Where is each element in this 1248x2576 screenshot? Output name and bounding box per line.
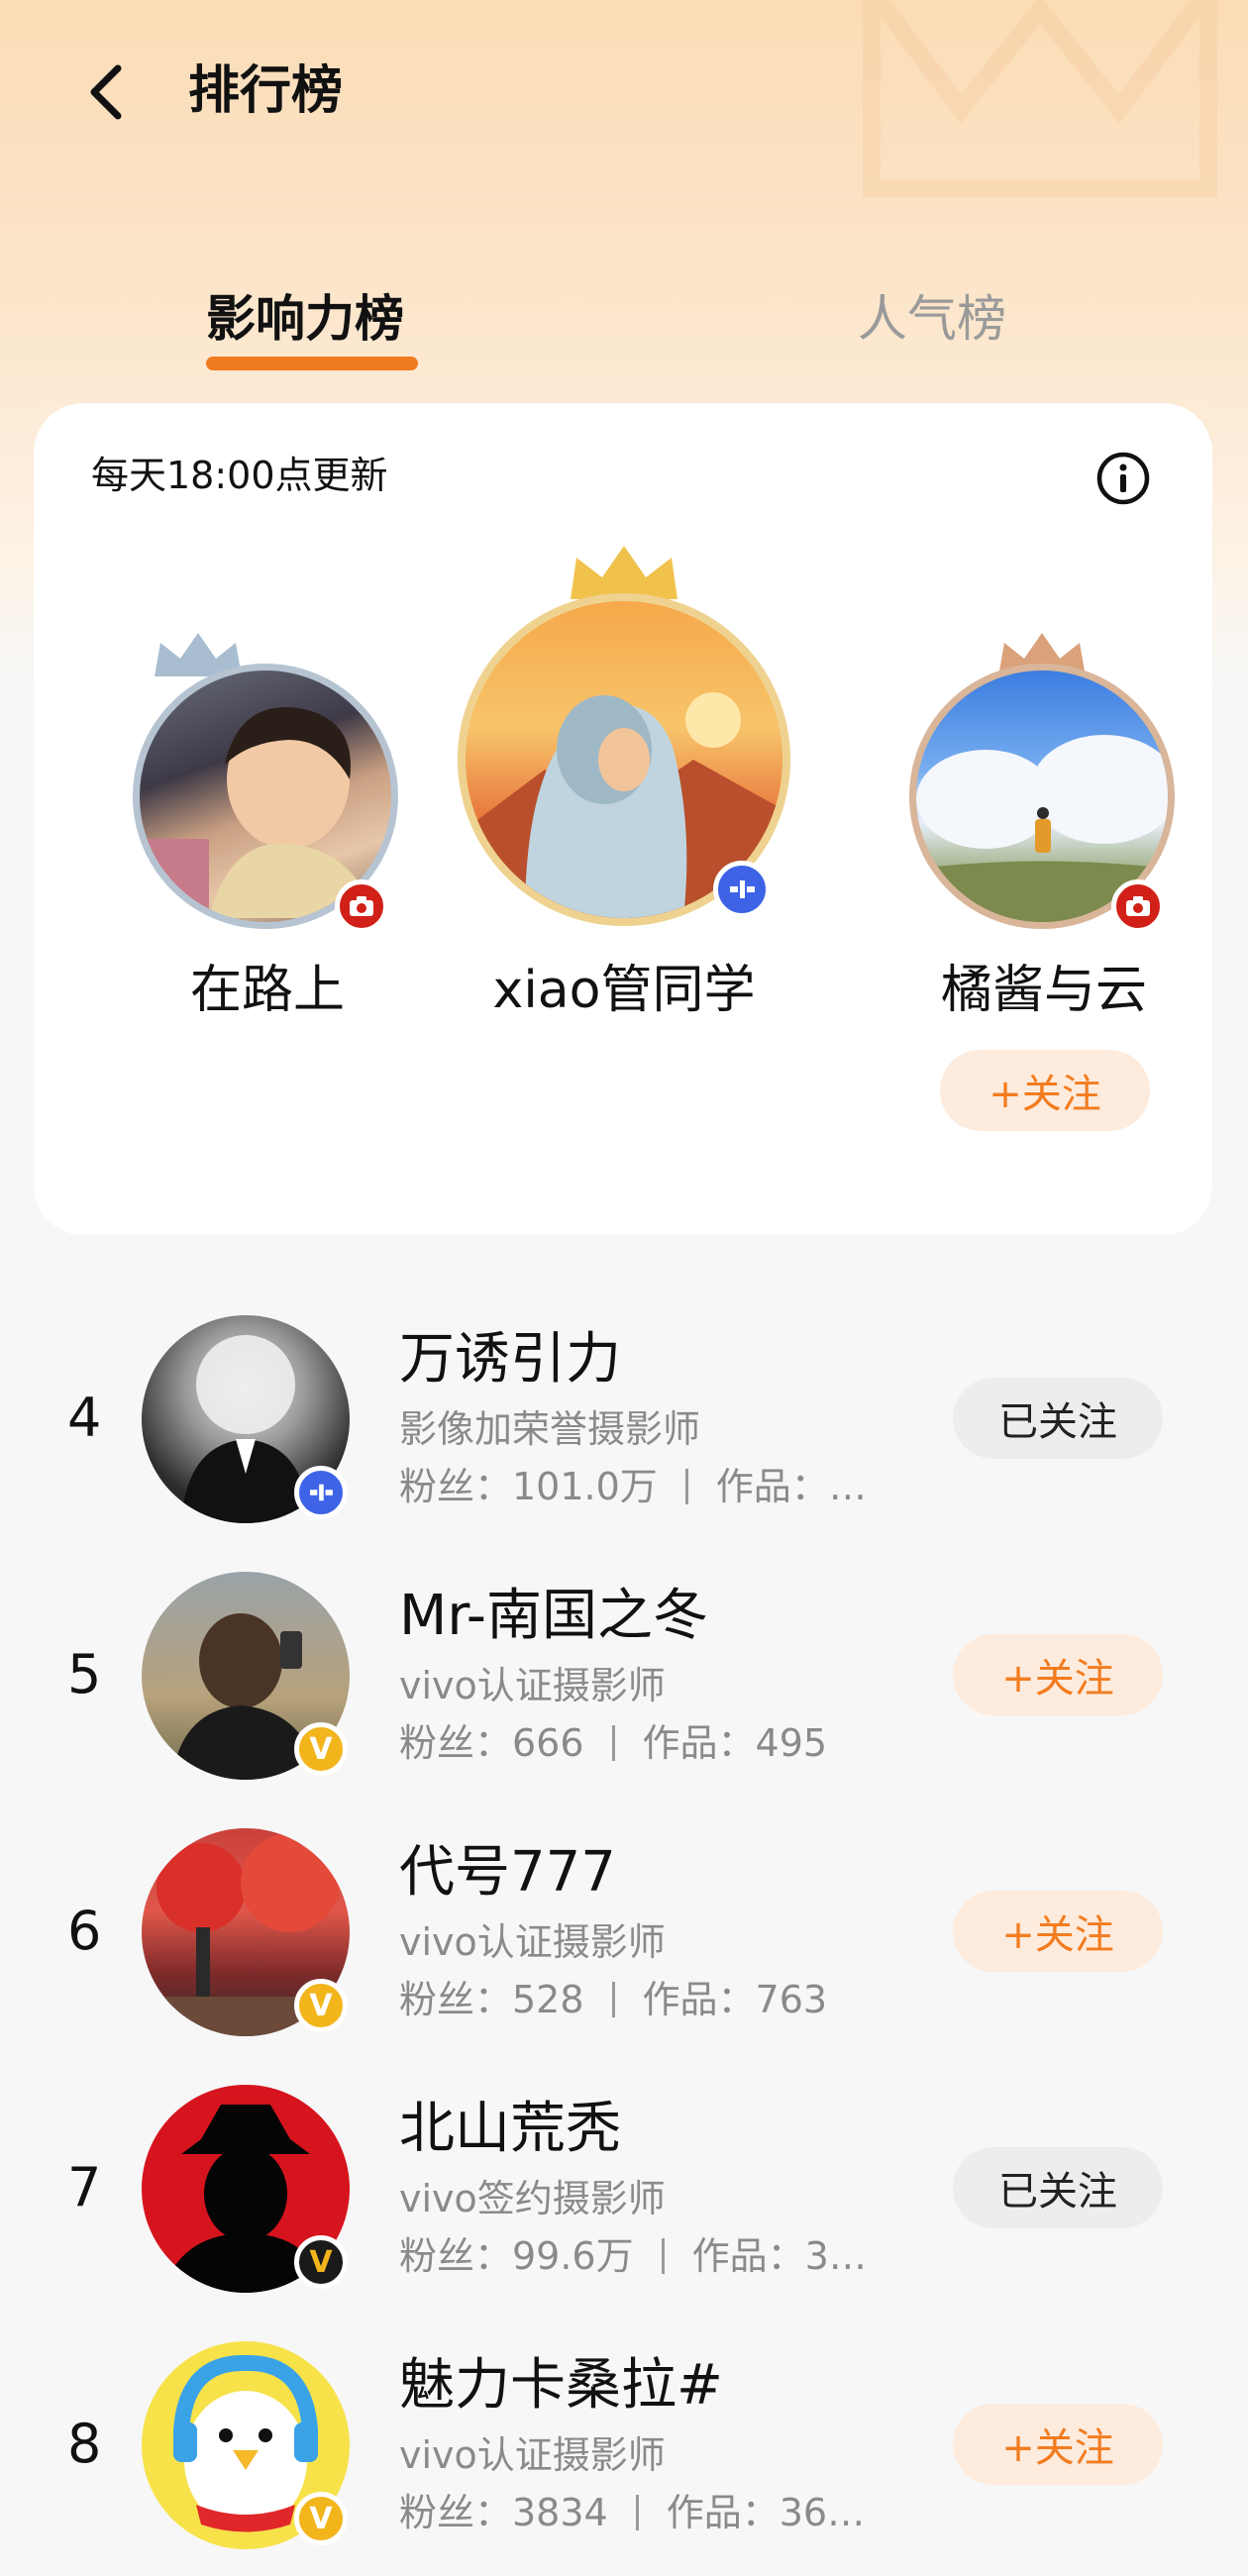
info-button[interactable] (1095, 451, 1151, 506)
ranking-tabs: 影响力榜 人气榜 (0, 267, 1248, 376)
user-name: 魅力卡桑拉# (399, 2353, 723, 2418)
user-title: 影像加荣誉摄影师 (399, 1407, 701, 1451)
active-tab-indicator (206, 357, 418, 370)
v-badge-icon: V (294, 2492, 348, 2545)
rank-number: 6 (67, 1900, 102, 1962)
update-time-note: 每天18:00点更新 (91, 454, 388, 497)
tab-influence[interactable]: 影响力榜 (206, 287, 404, 351)
fans-count: 粉丝：528 (399, 1978, 584, 2021)
v-badge-icon: V (294, 1979, 348, 2032)
rank-number: 7 (67, 2156, 102, 2218)
works-count: 作品：3177 (691, 2234, 875, 2278)
user-title: vivo认证摄影师 (399, 1664, 666, 1707)
user-title: vivo签约摄影师 (399, 2177, 666, 2220)
blue-verified-badge-icon (294, 1466, 348, 1519)
info-icon (1096, 452, 1150, 505)
works-count: 作品：3698 (666, 2491, 875, 2534)
podium-name-rank-3: 橘酱与云 (940, 961, 1147, 1020)
following-button[interactable]: 已关注 (953, 2147, 1163, 2228)
list-item[interactable]: 5 V Mr-南国之冬 vivo认证摄影师 粉丝：666 作品：495 +关注 (0, 1549, 1248, 1806)
works-count: 作品：495 (642, 1721, 828, 1765)
follow-button[interactable]: +关注 (953, 1634, 1163, 1715)
list-item[interactable]: 4 万诱引力 影像加荣誉摄影师 粉丝：101.0万 作品：1… 已关注 (0, 1292, 1248, 1550)
camera-badge-icon (335, 879, 388, 933)
follow-button[interactable]: +关注 (953, 1891, 1163, 1972)
fans-count: 粉丝：3834 (399, 2491, 608, 2534)
user-name: 代号777 (399, 1840, 616, 1905)
stats-divider (661, 2238, 665, 2274)
tab-popularity[interactable]: 人气榜 (858, 287, 1006, 351)
gold-crown-icon (571, 546, 677, 599)
user-stats: 粉丝：666 作品：495 (399, 1712, 827, 1767)
rank-number: 8 (67, 2413, 102, 2475)
page-title: 排行榜 (188, 61, 344, 121)
user-title: vivo认证摄影师 (399, 2433, 666, 2477)
following-button[interactable]: 已关注 (953, 1378, 1163, 1459)
user-name: Mr-南国之冬 (399, 1584, 708, 1648)
list-item[interactable]: 6 V 代号777 vivo认证摄影师 粉丝：528 作品：763 +关注 (0, 1805, 1248, 2063)
user-title: vivo认证摄影师 (399, 1920, 666, 1964)
list-item[interactable]: 8 V 魅力卡桑拉# vivo认证摄影师 粉丝：3834 作品：3698 +关注 (0, 2318, 1248, 2576)
blue-verified-badge-icon (713, 861, 771, 918)
back-button[interactable] (71, 57, 141, 127)
follow-button[interactable]: +关注 (953, 2404, 1163, 2485)
works-count: 作品：1… (715, 1465, 875, 1508)
podium-name-rank-1: xiao管同学 (492, 961, 756, 1020)
rank-number: 4 (67, 1387, 102, 1449)
stats-divider (684, 1469, 688, 1504)
list-item[interactable]: 7 V 北山荒秃 vivo签约摄影师 粉丝：99.6万 作品：3177 已关注 (0, 2062, 1248, 2319)
rank-number: 5 (67, 1643, 102, 1705)
works-count: 作品：763 (642, 1978, 828, 2021)
podium-name-rank-2: 在路上 (189, 961, 345, 1020)
stats-divider (611, 1982, 615, 2017)
camera-badge-icon (1111, 879, 1165, 933)
user-name: 北山荒秃 (399, 2097, 621, 2161)
v-badge-dark-icon: V (294, 2235, 348, 2289)
user-stats: 粉丝：3834 作品：3698 (399, 2482, 875, 2536)
user-stats: 粉丝：101.0万 作品：1… (399, 1456, 875, 1510)
v-badge-icon: V (294, 1722, 348, 1776)
follow-button-rank-3[interactable]: +关注 (940, 1050, 1150, 1131)
stats-divider (635, 2495, 639, 2530)
stats-divider (611, 1725, 615, 1761)
user-stats: 粉丝：99.6万 作品：3177 (399, 2225, 875, 2280)
fans-count: 粉丝：99.6万 (399, 2234, 634, 2278)
fans-count: 粉丝：101.0万 (399, 1465, 658, 1508)
top-three-card: 每天18:00点更新 在路上 xiao管同学 橘酱与云 +关注 (34, 403, 1212, 1235)
user-name: 万诱引力 (399, 1327, 621, 1391)
chevron-left-icon (90, 64, 122, 120)
user-stats: 粉丝：528 作品：763 (399, 1969, 827, 2023)
header-bar: 排行榜 (0, 0, 1248, 178)
fans-count: 粉丝：666 (399, 1721, 584, 1765)
